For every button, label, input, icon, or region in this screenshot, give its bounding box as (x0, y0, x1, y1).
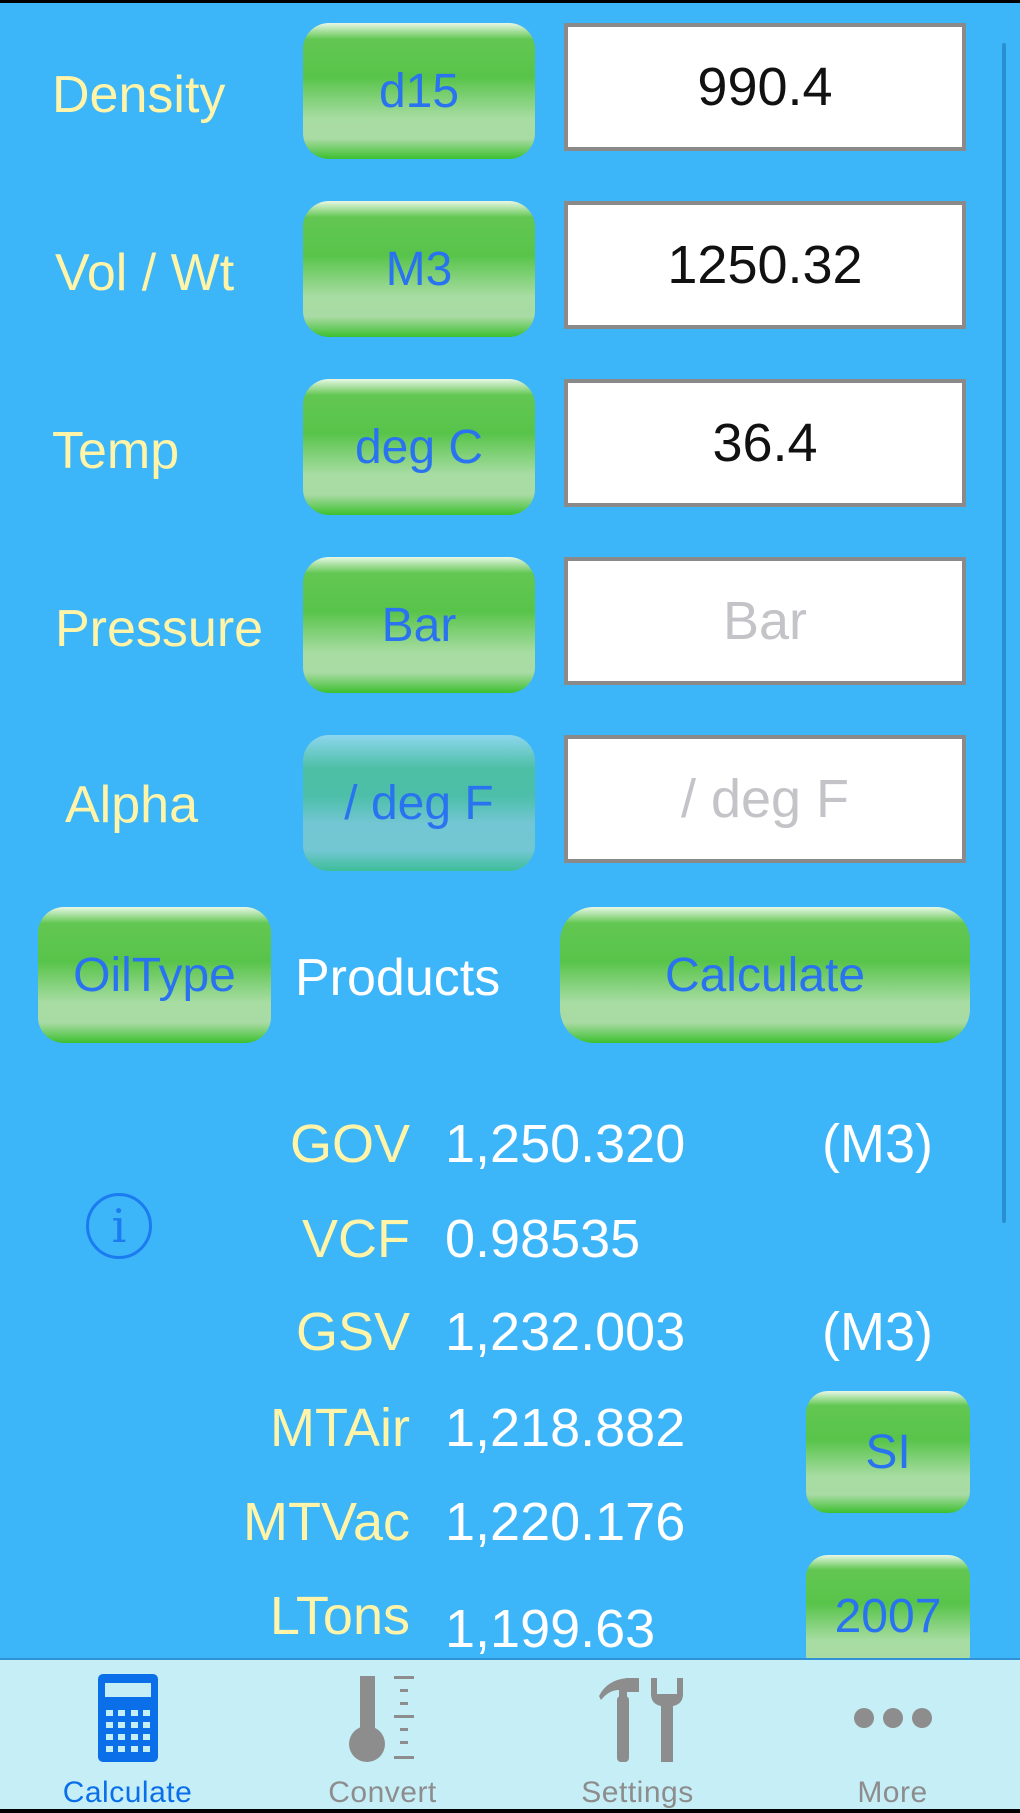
pressure-label: Pressure (55, 600, 264, 658)
result-unit-gov: (M3) (822, 1114, 933, 1174)
temp-label: Temp (52, 422, 180, 480)
more-dots-icon (853, 1708, 932, 1728)
scrollbar[interactable] (1002, 43, 1006, 1223)
alpha-input[interactable]: / deg F (564, 735, 966, 863)
tab-label-more: More (857, 1776, 928, 1809)
info-icon[interactable]: i (86, 1193, 152, 1259)
calculator-icon (97, 1674, 158, 1762)
result-value-gov: 1,250.320 (445, 1114, 686, 1174)
tools-icon (598, 1678, 683, 1762)
result-value-mtair: 1,218.882 (445, 1398, 686, 1458)
tab-more[interactable]: More (765, 1660, 1020, 1809)
result-label-gov: GOV (289, 1114, 410, 1174)
result-value-ltons: 1,199.63 (445, 1599, 656, 1659)
pressure-unit-button[interactable]: Bar (303, 557, 535, 693)
density-unit-button[interactable]: d15 (303, 23, 535, 159)
temp-unit-button[interactable]: deg C (303, 379, 535, 515)
volume-input[interactable]: 1250.32 (564, 201, 966, 329)
oiltype-button[interactable]: OilType (38, 907, 271, 1043)
result-value-vcf: 0.98535 (445, 1209, 641, 1269)
tab-label-settings: Settings (581, 1776, 694, 1809)
calculate-button[interactable]: Calculate (560, 907, 970, 1043)
tab-label-calculate: Calculate (62, 1776, 193, 1809)
tab-convert[interactable]: Convert (255, 1660, 510, 1809)
oiltype-value: Products (295, 949, 501, 1007)
tab-bar: Calculate Convert Settings More (0, 1658, 1020, 1809)
pressure-input[interactable]: Bar (564, 557, 966, 685)
density-label: Density (52, 66, 226, 124)
result-label-vcf: VCF (302, 1209, 410, 1269)
si-button[interactable]: SI (806, 1391, 970, 1513)
calculate-screen: Density d15 990.4 Vol / Wt M3 1250.32 Te… (0, 3, 1020, 1809)
volume-weight-label: Vol / Wt (55, 244, 235, 302)
result-value-mtvac: 1,220.176 (445, 1492, 686, 1552)
tab-label-convert: Convert (328, 1776, 437, 1809)
alpha-label: Alpha (65, 776, 198, 834)
temp-input[interactable]: 36.4 (564, 379, 966, 507)
tab-calculate[interactable]: Calculate (0, 1660, 255, 1809)
result-label-gsv: GSV (295, 1302, 410, 1362)
result-unit-gsv: (M3) (822, 1302, 933, 1362)
tab-settings[interactable]: Settings (510, 1660, 765, 1809)
thermometer-icon (348, 1676, 414, 1762)
volume-unit-button[interactable]: M3 (303, 201, 535, 337)
result-label-mtair: MTAir (270, 1398, 410, 1458)
result-label-mtvac: MTVac (242, 1492, 410, 1552)
density-input[interactable]: 990.4 (564, 23, 966, 151)
result-value-gsv: 1,232.003 (445, 1302, 686, 1362)
alpha-unit-button[interactable]: / deg F (303, 735, 535, 871)
result-label-ltons: LTons (269, 1586, 410, 1646)
